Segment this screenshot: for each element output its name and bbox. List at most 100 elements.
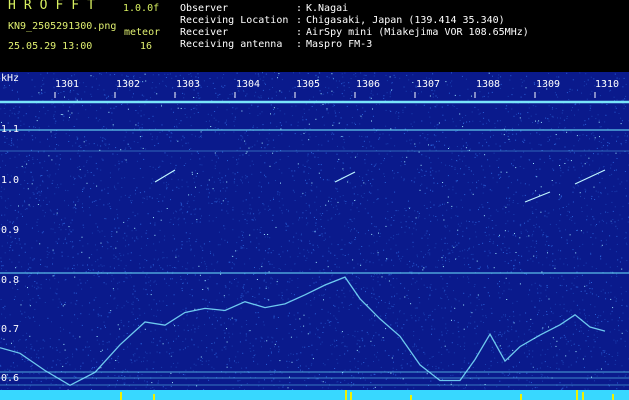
- noise-dot: [265, 287, 267, 289]
- noise-dot: [130, 252, 132, 254]
- noise-dot: [209, 241, 211, 243]
- noise-dot: [320, 206, 321, 207]
- noise-dot: [31, 364, 33, 366]
- noise-dot: [336, 381, 338, 383]
- noise-dot: [418, 93, 419, 95]
- noise-dot: [158, 258, 159, 260]
- noise-dot: [605, 114, 607, 116]
- noise-dot: [561, 360, 563, 362]
- noise-dot: [363, 140, 365, 142]
- noise-dot: [455, 130, 457, 132]
- noise-dot: [103, 126, 105, 128]
- noise-dot: [588, 330, 590, 331]
- noise-dot: [76, 300, 78, 302]
- noise-dot: [158, 201, 160, 202]
- noise-dot: [622, 86, 624, 88]
- noise-dot: [273, 109, 274, 110]
- noise-dot: [18, 254, 20, 256]
- noise-dot: [54, 222, 55, 224]
- noise-dot: [600, 246, 602, 248]
- noise-dot: [508, 282, 510, 284]
- noise-dot: [414, 282, 416, 284]
- noise-dot: [586, 285, 588, 287]
- antenna-value: Maspro FM-3: [306, 39, 373, 50]
- noise-dot: [414, 177, 416, 179]
- noise-dot: [561, 275, 563, 277]
- noise-dot: [372, 262, 374, 264]
- noise-dot: [61, 303, 63, 305]
- noise-dot: [600, 142, 602, 143]
- noise-dot: [354, 122, 355, 124]
- noise-dot: [30, 366, 32, 368]
- noise-dot: [183, 318, 185, 320]
- noise-dot: [200, 135, 202, 137]
- noise-dot: [584, 163, 586, 165]
- noise-dot: [169, 221, 171, 223]
- noise-dot: [247, 291, 249, 293]
- noise-dot: [70, 89, 71, 91]
- noise-dot: [372, 279, 374, 281]
- noise-dot: [550, 343, 551, 345]
- noise-dot: [551, 245, 553, 247]
- noise-dot: [12, 287, 14, 289]
- noise-dot: [321, 341, 323, 343]
- noise-dot: [291, 96, 293, 98]
- noise-dot: [559, 230, 561, 232]
- noise-dot: [135, 387, 137, 389]
- noise-dot: [23, 187, 25, 189]
- noise-dot: [184, 108, 186, 109]
- noise-dot: [433, 134, 435, 136]
- noise-dot: [150, 97, 151, 99]
- noise-dot: [62, 383, 64, 385]
- noise-dot: [414, 307, 416, 309]
- noise-dot: [277, 74, 279, 76]
- noise-dot: [162, 80, 164, 82]
- noise-dot: [457, 233, 459, 235]
- noise-dot: [293, 180, 295, 181]
- noise-dot: [236, 319, 238, 321]
- noise-dot: [39, 111, 40, 113]
- noise-dot: [510, 271, 512, 273]
- noise-dot: [22, 372, 24, 374]
- noise-dot: [178, 187, 180, 189]
- noise-dot: [185, 232, 187, 234]
- noise-dot: [86, 170, 88, 171]
- noise-dot: [421, 347, 423, 349]
- noise-dot: [617, 382, 618, 384]
- noise-dot: [451, 152, 453, 154]
- noise-dot: [153, 265, 154, 267]
- noise-dot: [24, 161, 26, 163]
- noise-dot: [334, 340, 336, 342]
- noise-dot: [429, 171, 431, 173]
- noise-dot: [74, 276, 76, 278]
- noise-dot: [314, 156, 316, 158]
- noise-dot: [17, 113, 19, 114]
- noise-dot: [114, 164, 116, 166]
- noise-dot: [261, 346, 262, 348]
- noise-dot: [151, 197, 153, 199]
- noise-dot: [336, 318, 338, 320]
- noise-dot: [465, 387, 466, 389]
- noise-dot: [218, 121, 220, 123]
- noise-dot: [405, 90, 407, 92]
- noise-dot: [76, 136, 78, 138]
- noise-dot: [205, 286, 207, 288]
- noise-dot: [360, 253, 361, 255]
- noise-dot: [222, 151, 224, 153]
- noise-dot: [59, 351, 61, 353]
- noise-dot: [8, 143, 10, 145]
- noise-dot: [559, 165, 561, 166]
- noise-dot: [342, 168, 344, 170]
- noise-dot: [342, 254, 344, 256]
- noise-dot: [432, 170, 434, 172]
- noise-dot: [299, 252, 301, 254]
- noise-dot: [587, 336, 589, 337]
- noise-dot: [469, 267, 471, 268]
- noise-dot: [177, 179, 179, 181]
- noise-dot: [341, 289, 343, 291]
- noise-dot: [601, 219, 603, 221]
- noise-dot: [242, 231, 244, 233]
- noise-dot: [190, 116, 191, 118]
- noise-dot: [594, 325, 596, 326]
- noise-dot: [90, 104, 92, 106]
